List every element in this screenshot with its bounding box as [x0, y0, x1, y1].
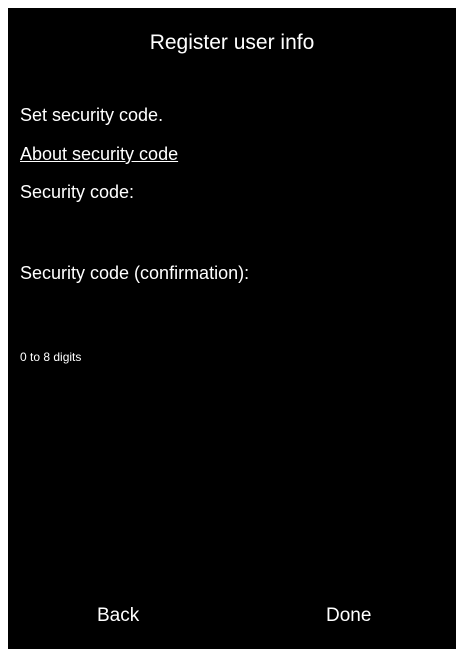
security-code-confirmation-input[interactable] — [20, 290, 440, 330]
page-title: Register user info — [149, 31, 315, 54]
digits-hint-text: 0 to 8 digits — [20, 350, 82, 364]
security-code-confirmation-label: Security code (confirmation): — [20, 263, 250, 283]
done-button[interactable]: Done — [326, 604, 371, 628]
instruction-text: Set security code. — [20, 105, 164, 125]
register-user-info-screen: Register user info Set security code. Ab… — [8, 8, 456, 649]
back-button[interactable]: Back — [97, 604, 139, 628]
security-code-label: Security code: — [20, 182, 135, 202]
about-security-code-link[interactable]: About security code — [20, 143, 178, 165]
security-code-input[interactable] — [20, 208, 440, 248]
